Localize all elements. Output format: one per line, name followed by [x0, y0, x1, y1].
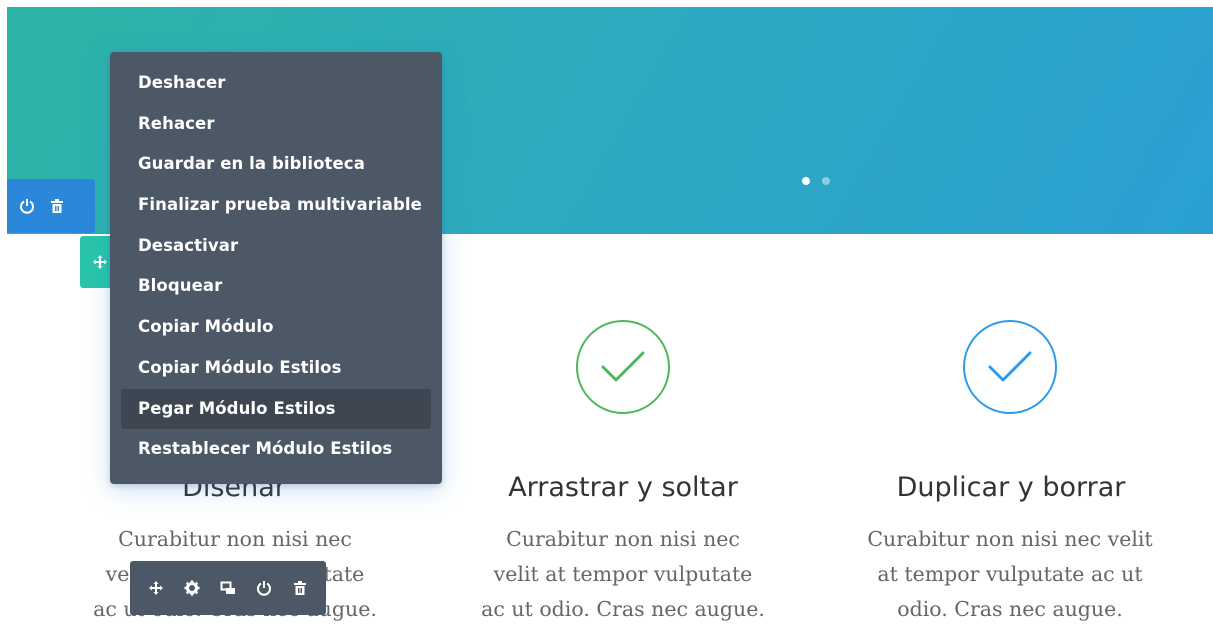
- blurb-text-line: velit at tempor vulputate: [493, 562, 753, 586]
- menu-item-reset-module-styles[interactable]: Restablecer Módulo Estilos: [121, 429, 431, 470]
- checkmark-icon: [576, 320, 670, 414]
- slider-dots: [802, 177, 830, 185]
- menu-item-end-split-test[interactable]: Finalizar prueba multivariable: [121, 185, 431, 226]
- menu-item-save-to-library[interactable]: Guardar en la biblioteca: [121, 144, 431, 185]
- move-icon[interactable]: [90, 252, 110, 272]
- menu-item-copy-module-styles[interactable]: Copiar Módulo Estilos: [121, 348, 431, 389]
- blurb-text-2: Curabitur non nisi nec velit at tempor v…: [455, 522, 791, 627]
- menu-item-paste-module-styles[interactable]: Pegar Módulo Estilos: [121, 388, 431, 430]
- blurb-title-2: Arrastrar y soltar: [508, 472, 738, 503]
- menu-item-copy-module[interactable]: Copiar Módulo: [121, 307, 431, 348]
- context-menu: Deshacer Rehacer Guardar en la bibliotec…: [110, 52, 442, 484]
- module-toolbar: [130, 561, 326, 615]
- duplicate-icon[interactable]: [218, 578, 238, 598]
- blurb-text-line: Curabitur non nisi nec: [118, 527, 352, 551]
- slider-dot-2[interactable]: [822, 177, 830, 185]
- power-icon[interactable]: [17, 196, 37, 216]
- blurb-text-3: Curabitur non nisi nec velit at tempor v…: [842, 522, 1178, 627]
- blurb-text-line: at tempor vulputate ac ut: [877, 562, 1143, 586]
- blurb-text-line: odio. Cras nec augue.: [897, 597, 1123, 621]
- slider-dot-1[interactable]: [802, 177, 810, 185]
- trash-icon[interactable]: [290, 578, 310, 598]
- blurb-title-3: Duplicar y borrar: [896, 472, 1126, 503]
- blurb-icon-2: [576, 320, 670, 414]
- blurb-text-line: Curabitur non nisi nec velit: [867, 527, 1153, 551]
- gear-icon[interactable]: [182, 578, 202, 598]
- blurb-icon-3: [963, 320, 1057, 414]
- blurb-text-line: ac ut odio. Cras nec augue.: [481, 597, 765, 621]
- menu-item-undo[interactable]: Deshacer: [121, 63, 431, 104]
- blurb-text-line: Curabitur non nisi nec: [506, 527, 740, 551]
- move-icon[interactable]: [146, 578, 166, 598]
- checkmark-icon: [963, 320, 1057, 414]
- menu-item-disable[interactable]: Desactivar: [121, 226, 431, 267]
- menu-item-lock[interactable]: Bloquear: [121, 266, 431, 307]
- power-icon[interactable]: [254, 578, 274, 598]
- menu-item-redo[interactable]: Rehacer: [121, 104, 431, 145]
- trash-icon[interactable]: [47, 196, 67, 216]
- section-controls: [7, 179, 95, 233]
